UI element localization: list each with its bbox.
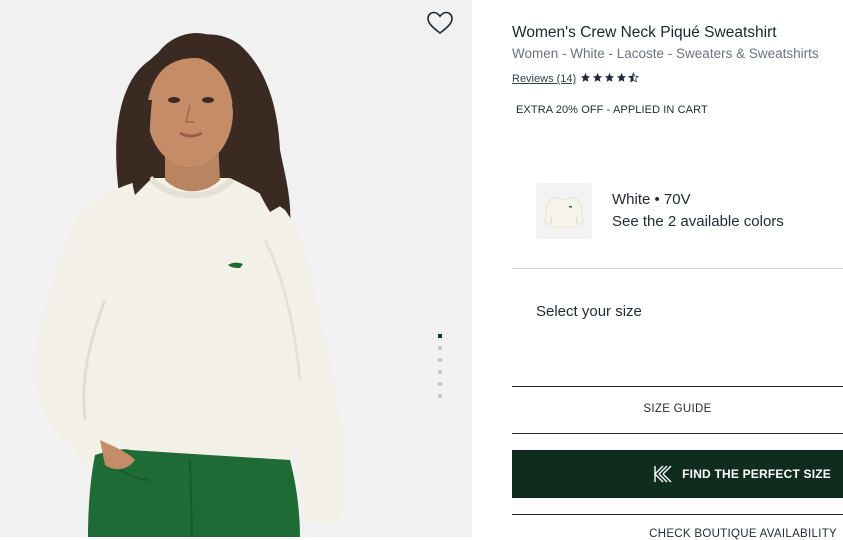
promo-banner: EXTRA 20% OFF - APPLIED IN CART — [516, 104, 708, 116]
selected-color: White • 70V — [612, 191, 691, 208]
gallery-dot[interactable] — [438, 334, 442, 338]
size-selector[interactable]: Select your size — [536, 303, 642, 320]
star-icon — [616, 72, 627, 82]
reviews-link[interactable]: Reviews (14) — [512, 73, 576, 85]
star-icon — [592, 72, 603, 82]
size-guide-button[interactable]: SIZE GUIDE — [512, 403, 843, 415]
star-icon — [604, 72, 615, 82]
divider — [512, 386, 843, 387]
star-half-icon — [628, 72, 639, 83]
gallery-dot[interactable] — [438, 394, 442, 398]
divider — [512, 433, 843, 434]
find-perfect-size-button[interactable]: FIND THE PERFECT SIZE — [512, 450, 843, 498]
available-colors-link[interactable]: See the 2 available colors — [612, 213, 784, 230]
check-boutique-availability-button[interactable]: CHECK BOUTIQUE AVAILABILITY — [512, 528, 843, 540]
rating-stars — [580, 72, 639, 83]
divider — [512, 268, 843, 269]
product-details-panel: Women's Crew Neck Piqué Sweatshirt Women… — [472, 0, 843, 540]
wishlist-heart-icon[interactable] — [426, 10, 454, 36]
fit-finder-icon — [654, 465, 672, 483]
divider — [512, 514, 843, 515]
product-title: Women's Crew Neck Piqué Sweatshirt — [512, 24, 777, 41]
product-image-gallery[interactable] — [0, 0, 472, 537]
product-image — [34, 33, 346, 537]
star-icon — [580, 72, 591, 82]
color-swatch-thumbnail[interactable] — [536, 183, 592, 239]
gallery-dot[interactable] — [438, 382, 442, 386]
gallery-dot[interactable] — [438, 370, 442, 374]
gallery-pagination — [437, 334, 443, 406]
breadcrumb: Women - White - Lacoste - Sweaters & Swe… — [512, 46, 819, 61]
find-perfect-size-label: FIND THE PERFECT SIZE — [682, 467, 831, 481]
gallery-dot[interactable] — [438, 346, 442, 350]
gallery-dot[interactable] — [438, 358, 442, 362]
